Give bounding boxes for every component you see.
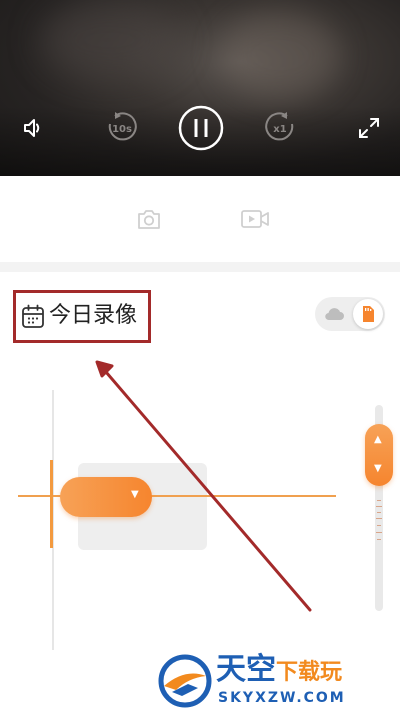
watermark-main-text: 天空: [216, 652, 276, 687]
speed-label: x1: [273, 124, 286, 135]
pause-icon: [178, 105, 224, 151]
fullscreen-button[interactable]: [345, 104, 393, 152]
zoom-scale-ticks: [376, 500, 382, 540]
record-video-icon: [241, 210, 269, 228]
calendar-icon: [22, 304, 44, 328]
caret-down-icon: ▼: [131, 489, 139, 500]
screenshot-button[interactable]: [131, 201, 167, 237]
pause-button[interactable]: [177, 104, 225, 152]
watermark-logo: [158, 654, 212, 708]
caret-down-icon[interactable]: ▼: [374, 464, 382, 474]
volume-button[interactable]: [10, 104, 58, 152]
cloud-icon[interactable]: [323, 304, 345, 324]
rewind-label: 10s: [112, 124, 132, 135]
timeline-cursor: [50, 460, 53, 548]
site-watermark: 天空下载玩 SKYXZW.COM: [150, 652, 395, 711]
today-recording-label: 今日录像: [49, 303, 138, 328]
playback-speed-button[interactable]: x1: [256, 104, 304, 152]
today-recording-button[interactable]: 今日录像: [13, 290, 151, 343]
caret-up-icon[interactable]: ▲: [374, 435, 382, 445]
zoom-slider-knob[interactable]: ▲ ▼: [365, 424, 393, 486]
rewind-10s-button[interactable]: 10s: [98, 104, 146, 152]
recording-timeline[interactable]: ▼ ▲ ▼: [0, 350, 400, 650]
sd-card-icon: [363, 306, 374, 322]
sd-card-option[interactable]: [353, 299, 383, 329]
watermark-sub-text: 下载玩: [276, 660, 343, 685]
rewind-10s-icon: 10s: [108, 112, 137, 141]
section-divider: [0, 262, 400, 272]
video-player[interactable]: 10s x1: [0, 0, 400, 176]
volume-icon: [24, 119, 40, 137]
watermark-domain-text: SKYXZW.COM: [218, 690, 346, 706]
tool-row: [0, 176, 400, 262]
time-picker-handle[interactable]: ▼: [60, 477, 152, 517]
fullscreen-icon: [359, 118, 379, 138]
screenshot-camera-icon: [138, 210, 160, 229]
record-video-button[interactable]: [237, 201, 273, 237]
playback-speed-icon: x1: [265, 112, 294, 141]
video-frame-blur: [220, 10, 340, 100]
storage-source-toggle[interactable]: [315, 297, 385, 331]
video-frame-blur: [40, 0, 180, 80]
watermark-chinese-text: 天空下载玩: [216, 652, 342, 688]
